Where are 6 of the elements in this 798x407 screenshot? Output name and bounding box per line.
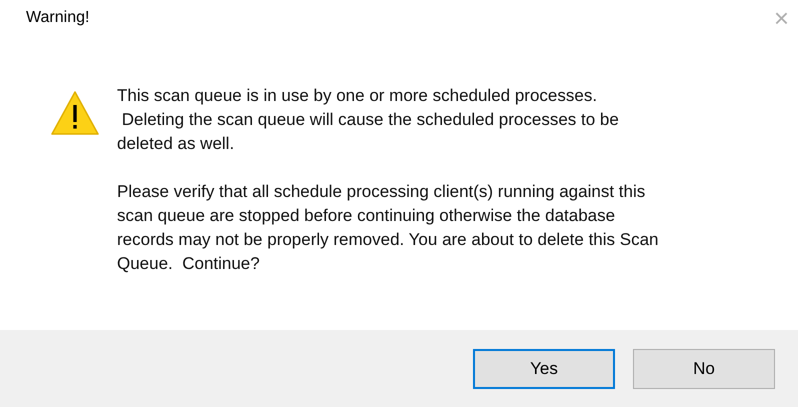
dialog-button[interactable]: No [633, 348, 775, 388]
warning-icon [50, 90, 100, 136]
message-text: This scan queue is in use by one or more scheduled processes. Deleting the scan queue will cause the scheduled processes to be deleted as well. [117, 85, 620, 155]
window-title: Warning! [26, 8, 90, 28]
dialog-button[interactable]: Yes [473, 348, 615, 388]
message-text: Please verify that all schedule processing client(s) running against this scan queue are stopped before continuing otherwise the database records may not be properly removed. You are about to delete this Scan Queue. Continue? [117, 181, 658, 275]
